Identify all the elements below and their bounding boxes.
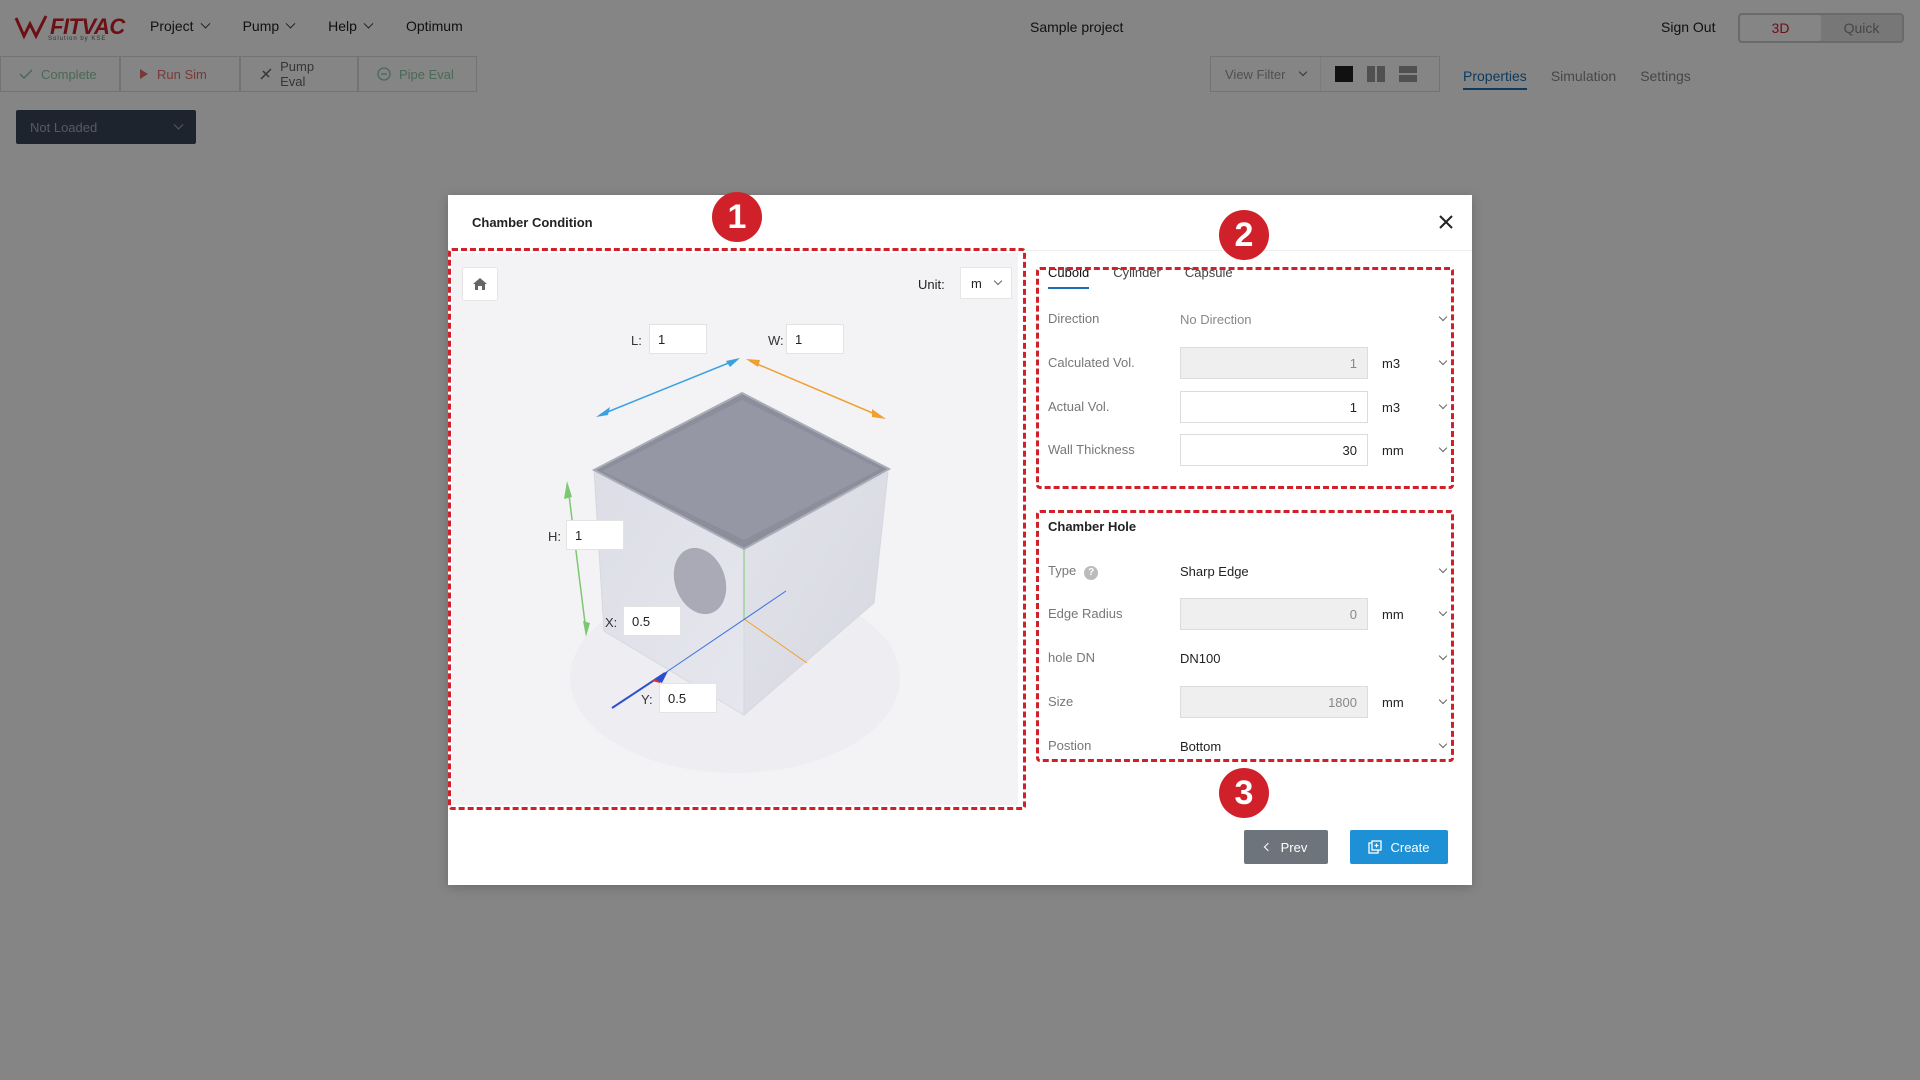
prev-label: Prev bbox=[1280, 839, 1308, 855]
callout-3: 3 bbox=[1219, 768, 1269, 818]
chamber-condition-modal: Chamber Condition Unit: m L: 1 W: 1 H: 1… bbox=[448, 192, 1472, 885]
highlight-hole-form bbox=[1036, 510, 1454, 762]
create-button[interactable]: Create bbox=[1350, 830, 1448, 864]
close-icon[interactable] bbox=[1436, 212, 1456, 232]
modal-header: Chamber Condition bbox=[448, 195, 1472, 251]
highlight-viewport bbox=[448, 248, 1026, 810]
callout-1: 1 bbox=[712, 192, 762, 242]
create-icon bbox=[1368, 840, 1383, 854]
highlight-shape-form bbox=[1036, 267, 1454, 489]
create-label: Create bbox=[1390, 839, 1430, 855]
chevron-left-icon bbox=[1263, 842, 1272, 852]
callout-2: 2 bbox=[1219, 210, 1269, 260]
modal-title: Chamber Condition bbox=[472, 215, 593, 230]
prev-button[interactable]: Prev bbox=[1244, 830, 1328, 864]
